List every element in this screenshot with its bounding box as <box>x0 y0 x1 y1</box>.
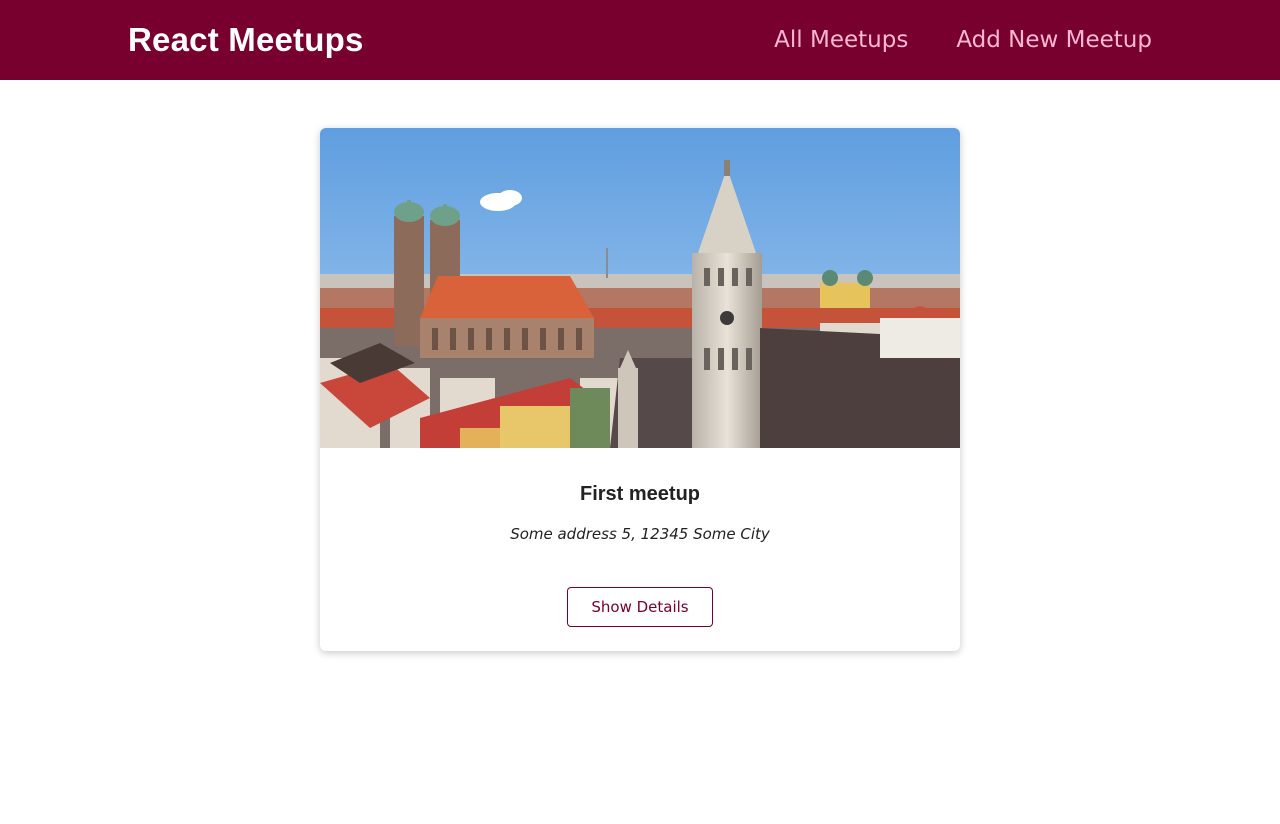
meetup-card-actions: Show Details <box>320 547 960 651</box>
logo: React Meetups <box>128 21 364 58</box>
meetup-title: First meetup <box>579 483 701 505</box>
nav-link-add-new-meetup[interactable]: Add New Meetup <box>956 27 1152 53</box>
meetup-list: First meetup Some address 5, 12345 Some … <box>320 128 960 651</box>
meetup-card: First meetup Some address 5, 12345 Some … <box>320 128 960 651</box>
meetup-address: Some address 5, 12345 Some City <box>510 525 770 543</box>
main-nav: All Meetups Add New Meetup <box>774 27 1152 53</box>
nav-link-all-meetups[interactable]: All Meetups <box>774 27 908 53</box>
show-details-button[interactable]: Show Details <box>567 587 713 627</box>
meetup-image <box>320 128 960 448</box>
meetup-card-content: First meetup Some address 5, 12345 Some … <box>320 448 960 547</box>
main-header: React Meetups All Meetups Add New Meetup <box>0 0 1280 80</box>
